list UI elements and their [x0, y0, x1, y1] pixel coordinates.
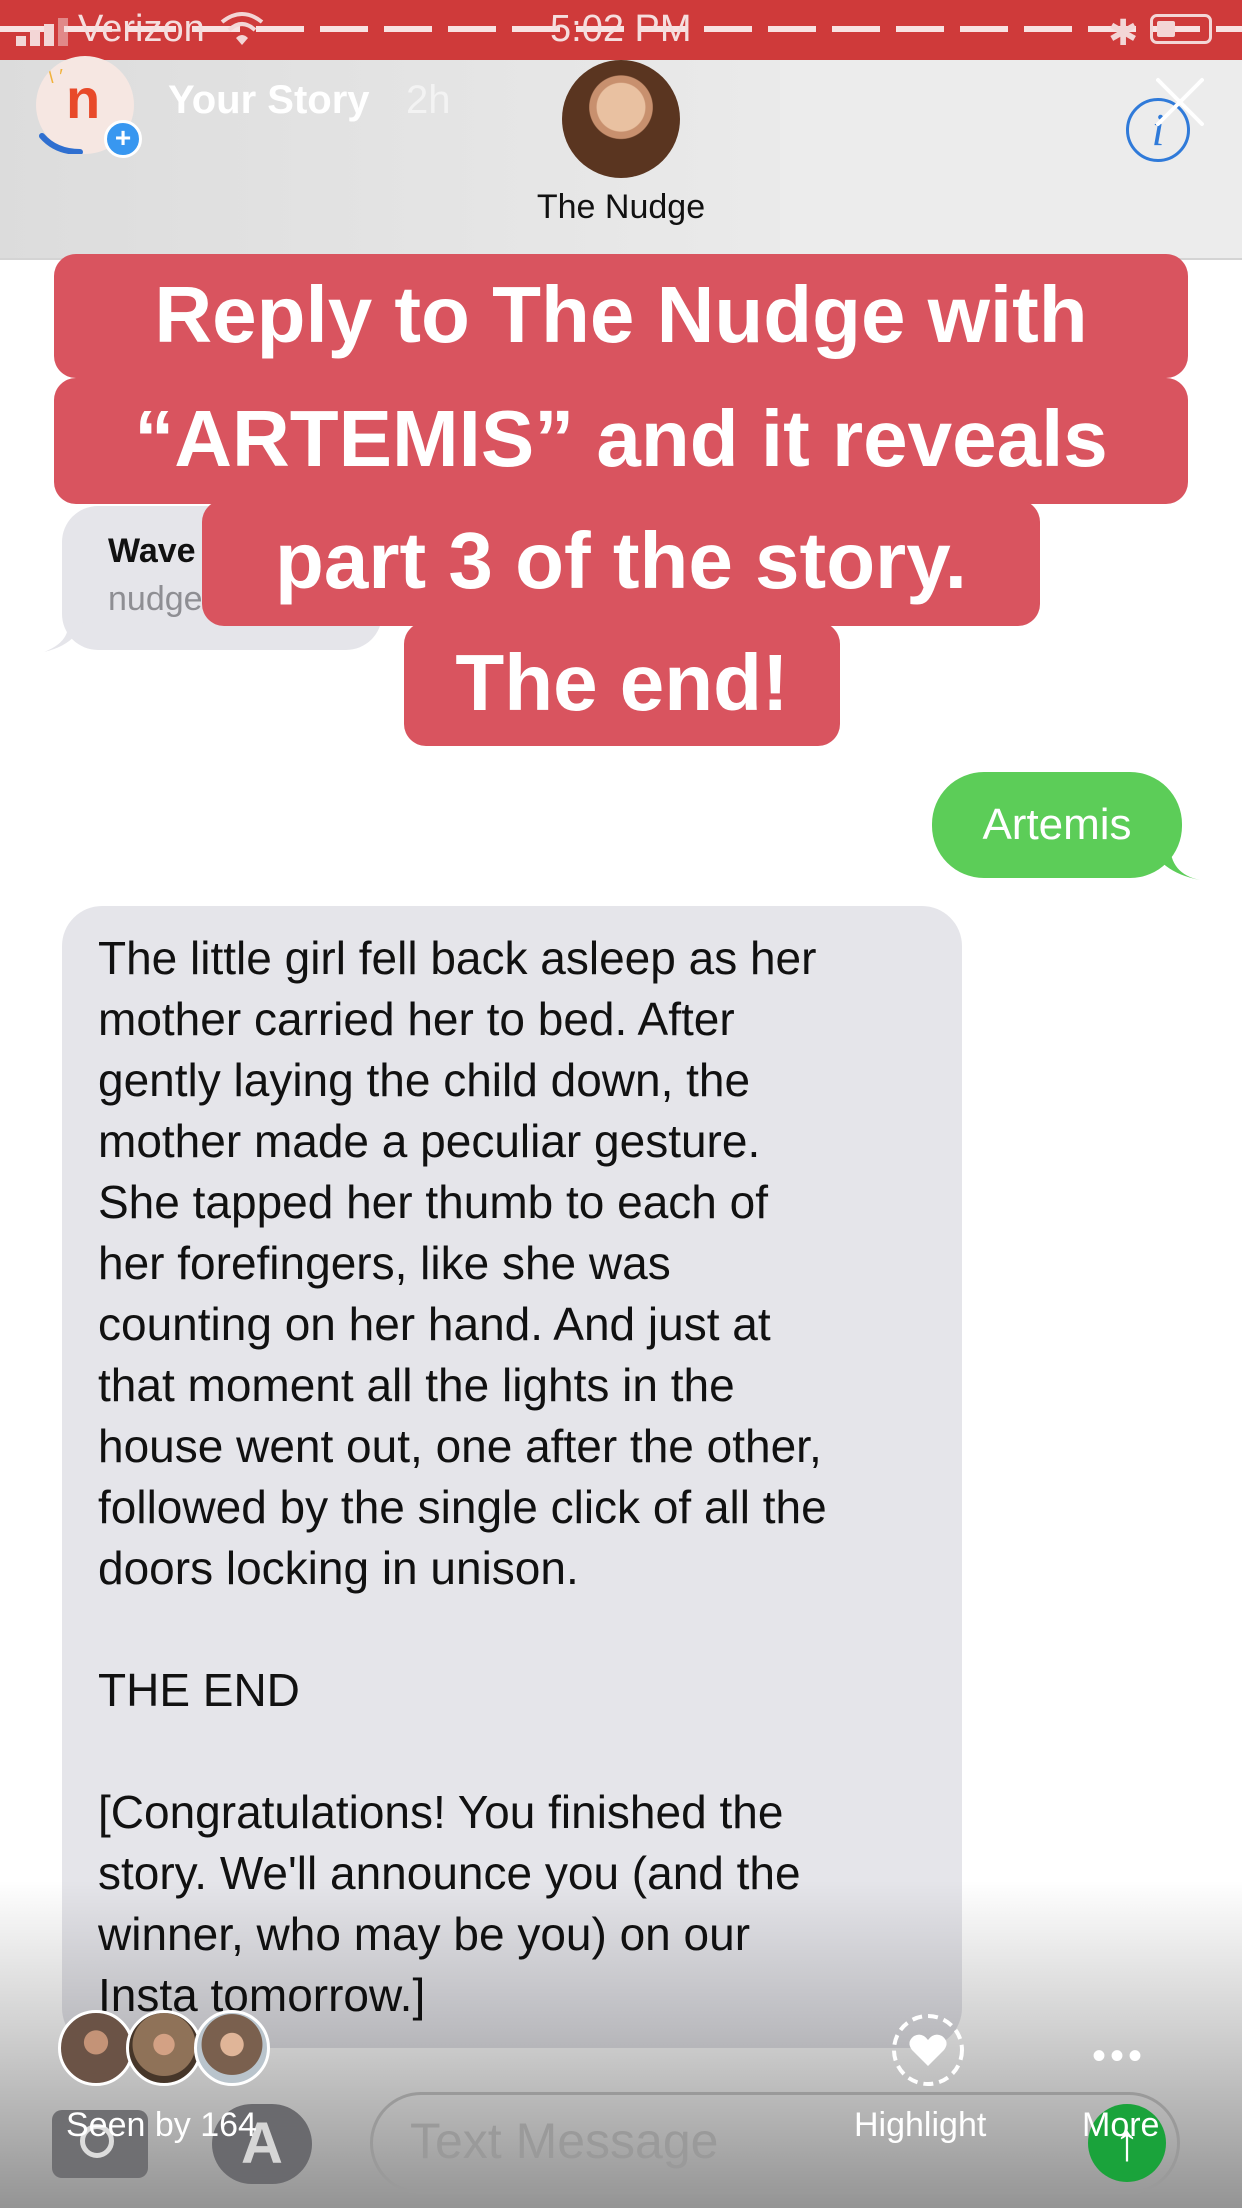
viewer-avatar[interactable]	[58, 2010, 134, 2086]
bubble-tail	[44, 618, 84, 652]
caption-line-4: The end!	[404, 622, 840, 746]
previous-message-subtitle: nudge	[108, 580, 203, 618]
caption-line-2: “ARTEMIS” and it reveals	[54, 378, 1188, 504]
more-icon[interactable]: •••	[1092, 2034, 1146, 2079]
carrier-name: Verizon	[78, 8, 205, 50]
wifi-icon	[220, 12, 264, 45]
message-input-placeholder: Text Message	[410, 2113, 719, 2169]
status-time: 5:02 PM	[550, 8, 692, 50]
add-to-story-icon[interactable]: +	[104, 120, 142, 158]
caption-line-1: Reply to The Nudge with	[54, 254, 1188, 378]
seen-by-count[interactable]: Seen by 164	[66, 2106, 257, 2145]
caption-line-3: part 3 of the story.	[202, 500, 1040, 626]
close-icon[interactable]	[1154, 76, 1206, 128]
battery-icon	[1150, 14, 1212, 44]
highlight-button[interactable]: Highlight	[854, 2106, 986, 2145]
sent-message-text: Artemis	[982, 800, 1132, 849]
heart-icon[interactable]	[890, 2012, 966, 2088]
contact-photo[interactable]	[562, 60, 680, 178]
more-button[interactable]: More	[1082, 2106, 1159, 2145]
bluetooth-icon: ✱	[1108, 12, 1139, 53]
contact-name[interactable]: The Nudge	[0, 188, 1242, 227]
received-message-text: The little girl fell back asleep as her …	[98, 932, 827, 2021]
story-time-ago: 2h	[406, 78, 451, 122]
signal-strength-icon	[16, 18, 72, 46]
story-title[interactable]: Your Story	[168, 78, 370, 123]
previous-message-title: Wave	[108, 532, 196, 570]
viewer-avatar[interactable]	[126, 2010, 202, 2086]
viewer-avatar[interactable]	[194, 2010, 270, 2086]
